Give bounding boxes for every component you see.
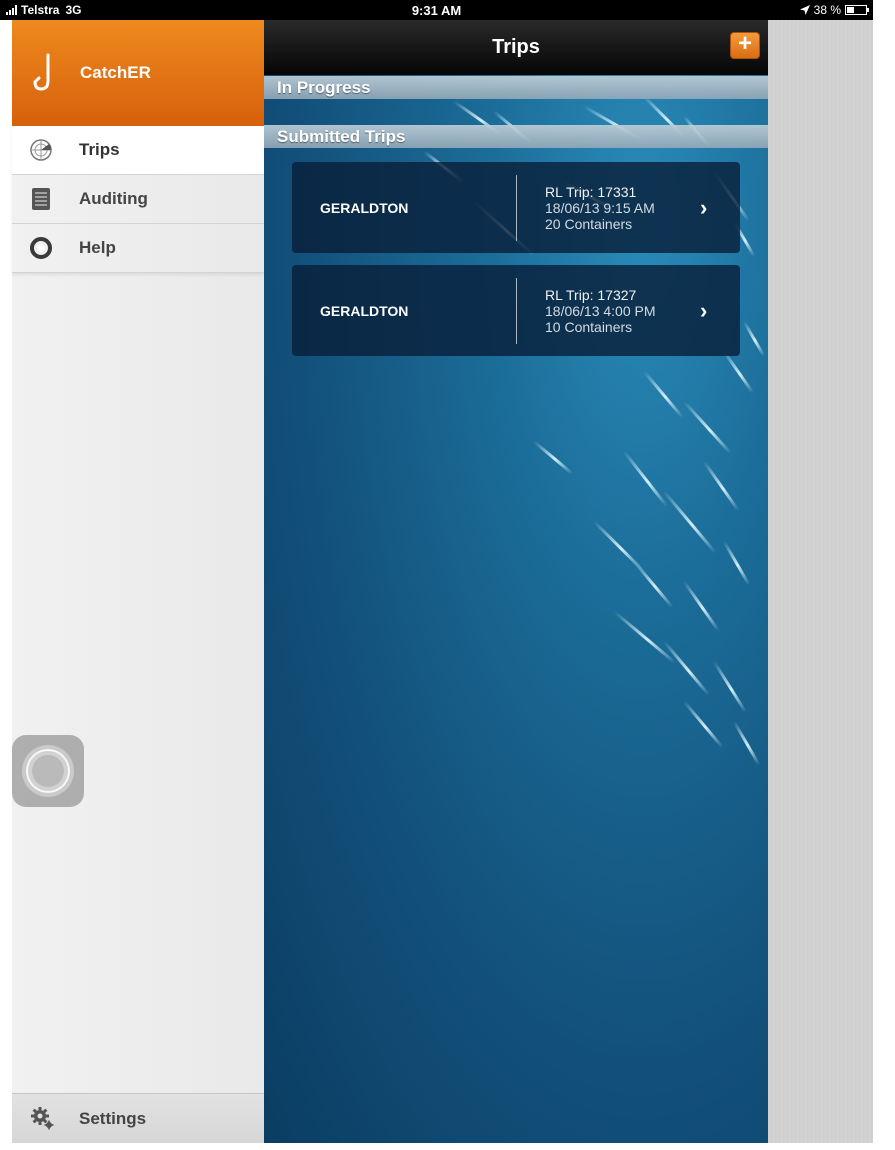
fish-streak [682,580,720,632]
radar-icon [30,139,52,161]
fish-streak [622,450,669,508]
trip-datetime: 18/06/13 4:00 PM [545,302,656,319]
trips-panel: Trips + In Progress Submitted Trips GERA… [264,20,768,1143]
fish-streak [742,320,766,357]
fish-streak [712,660,748,714]
fish-streak [722,540,751,586]
trip-location: GERALDTON [320,302,409,319]
fish-streak [613,610,677,665]
trip-card[interactable]: GERALDTON RL Trip: 17327 18/06/13 4:00 P… [292,265,740,356]
fish-streak [632,560,674,609]
section-header-submitted: Submitted Trips [264,125,768,148]
assistive-touch-icon [26,749,70,793]
section-header-in-progress: In Progress [264,76,768,99]
navigation-bar: Trips + [264,20,768,75]
trip-containers: 10 Containers [545,318,633,335]
trip-details: RL Trip: 17331 18/06/13 9:15 AM 20 Conta… [517,184,700,232]
fish-streak [642,370,684,419]
trip-card[interactable]: GERALDTON RL Trip: 17331 18/06/13 9:15 A… [292,162,740,253]
carrier-info: Telstra 3G [6,3,81,17]
document-icon [30,188,52,210]
fish-streak [682,400,732,455]
page-title: Trips [492,36,540,58]
chevron-right-icon: › [700,297,708,323]
underlying-view-edge [768,20,873,1143]
status-bar: Telstra 3G 9:31 AM 38 % [0,0,873,20]
gear-icon [31,1106,54,1129]
frame-bottom [0,1143,895,1150]
fish-streak [682,700,724,749]
fish-streak [702,460,740,512]
trip-id: RL Trip: 17331 [545,183,637,200]
carrier-label: Telstra [21,3,60,17]
trip-location: GERALDTON [320,199,409,216]
fish-hook-icon [33,53,50,91]
lifebuoy-icon [30,237,52,259]
trip-datetime: 18/06/13 9:15 AM [545,199,655,216]
trip-details: RL Trip: 17327 18/06/13 4:00 PM 10 Conta… [517,287,700,335]
assistive-touch-button[interactable] [12,735,84,807]
sidebar: CatchER Trips Auditing Help Settings [12,20,264,1143]
sidebar-item-trips[interactable]: Trips [12,126,264,175]
fish-streak [662,640,711,697]
sidebar-item-label: Trips [79,140,120,159]
status-right: 38 % [799,3,869,17]
trip-id: RL Trip: 17327 [545,286,637,303]
sidebar-item-label: Help [79,238,116,257]
nav-list: Trips Auditing Help [12,126,264,273]
chevron-right-icon: › [700,194,708,220]
fish-streak [722,350,754,394]
settings-label: Settings [79,1108,147,1128]
app-brand: CatchER [12,20,264,126]
battery-icon [845,5,869,15]
location-arrow-icon [799,5,810,15]
fish-streak [533,440,574,475]
clock: 9:31 AM [411,2,462,18]
fish-streak [662,490,717,554]
sidebar-item-settings[interactable]: Settings [12,1093,264,1143]
frame-left [0,20,12,1150]
sidebar-item-label: Auditing [79,189,148,208]
frame-right [873,0,895,1150]
sidebar-item-auditing[interactable]: Auditing [12,175,264,224]
battery-percent: 38 % [813,3,841,17]
fish-streak [732,720,761,766]
signal-icon [6,5,17,15]
app-name: CatchER [80,63,151,82]
sidebar-item-help[interactable]: Help [12,224,264,273]
add-trip-button[interactable]: + [730,32,760,59]
trip-containers: 20 Containers [545,215,633,232]
network-label: 3G [65,3,82,17]
